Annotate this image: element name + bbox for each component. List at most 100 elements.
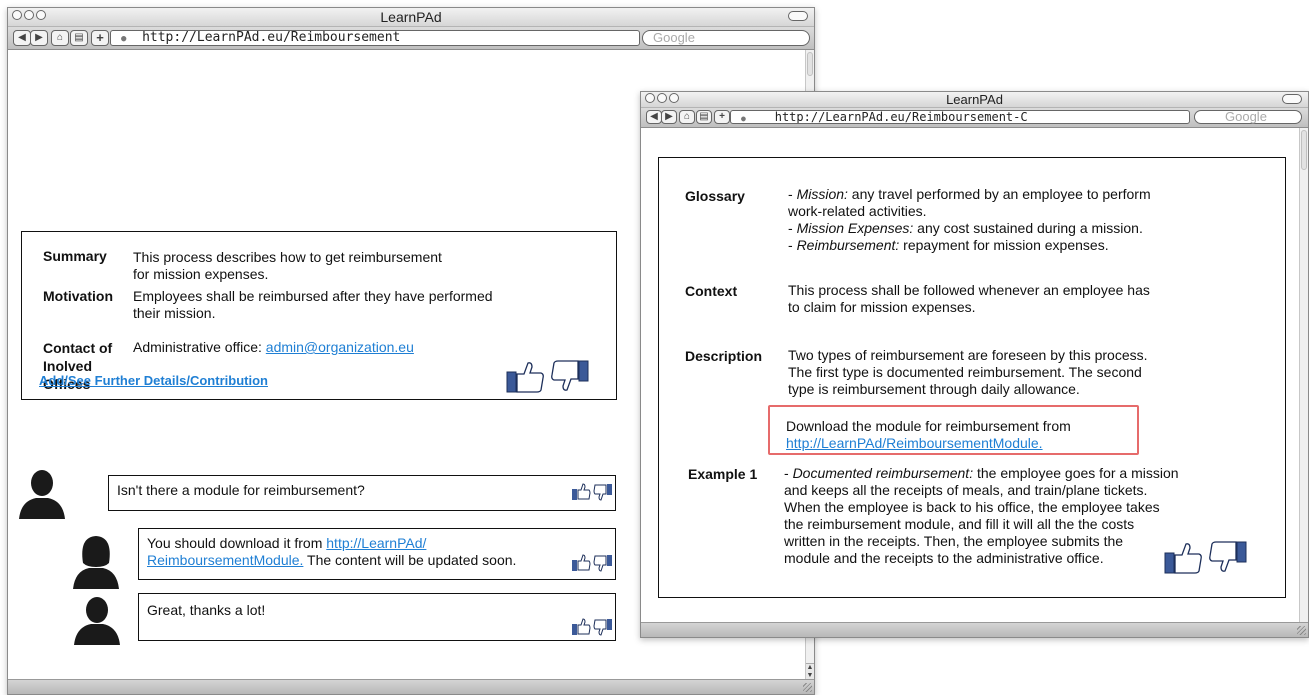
home-icon: ⌂ xyxy=(683,111,691,122)
plus-icon: + xyxy=(719,111,725,122)
motivation-label: Motivation xyxy=(43,288,113,304)
summary-label: Summary xyxy=(43,248,107,264)
address-text: http://LearnPAd.eu/Reimboursement-C xyxy=(774,110,1028,124)
detail-statusbar xyxy=(641,622,1308,637)
scrollbar-thumb[interactable] xyxy=(807,52,813,76)
thumbs-up-icon[interactable] xyxy=(506,362,544,393)
resize-grip[interactable] xyxy=(1297,626,1306,635)
print-button[interactable]: ▤ xyxy=(696,110,712,124)
thumbs-up-icon[interactable] xyxy=(1164,543,1202,574)
home-button[interactable]: ⌂ xyxy=(51,30,69,46)
thumbs-down-icon[interactable] xyxy=(551,360,589,391)
window-title: LearnPAd xyxy=(380,9,442,25)
main-toolbar: ◀ ▶ ⌂ ▤ + ● http://LearnPAd.eu/Reimbours… xyxy=(8,27,814,50)
bullet-dash: - xyxy=(788,237,797,253)
thumbs-down-icon[interactable] xyxy=(593,484,612,501)
summary-panel: Summary This process describes how to ge… xyxy=(21,231,617,400)
motivation-text-line1: Employees shall be reimbursed after they… xyxy=(133,288,493,304)
search-field[interactable]: Google xyxy=(642,30,810,46)
summary-rating xyxy=(506,360,590,394)
contact-text: Administrative office: admin@organizatio… xyxy=(133,339,414,356)
thumbs-up-icon[interactable] xyxy=(572,618,591,635)
glossary-def: any cost sustained during a mission. xyxy=(913,220,1143,236)
comment-box: Isn't there a module for reimbursement? xyxy=(108,475,616,511)
search-field[interactable]: Google xyxy=(1194,110,1302,124)
thumbs-up-icon[interactable] xyxy=(572,554,591,571)
avatar-male xyxy=(19,467,65,519)
forward-button[interactable]: ▶ xyxy=(30,30,48,46)
glossary-term: Reimbursement: xyxy=(796,237,900,253)
example-rating xyxy=(1164,541,1248,575)
example-line5: written in the receipts. Then, the emplo… xyxy=(784,533,1124,549)
resize-grip[interactable] xyxy=(803,683,812,692)
main-titlebar: LearnPAd xyxy=(8,8,814,27)
scroll-arrows[interactable]: ▲ ▼ xyxy=(806,663,814,680)
site-icon: ● xyxy=(741,114,746,123)
further-details-link[interactable]: Add/See Further Details/Contribution xyxy=(39,372,268,389)
site-icon: ● xyxy=(121,34,127,44)
window-title: LearnPAd xyxy=(946,92,1003,107)
glossary-term: Mission Expenses: xyxy=(796,220,914,236)
description-line3: type is reimbursement through daily allo… xyxy=(788,381,1080,397)
summary-text-line1: This process describes how to get reimbu… xyxy=(133,249,442,265)
print-button[interactable]: ▤ xyxy=(70,30,88,46)
glossary-label: Glossary xyxy=(685,188,745,204)
add-bookmark-button[interactable]: + xyxy=(91,30,109,46)
module-link-part1[interactable]: http://LearnPAd/ xyxy=(326,535,426,551)
bullet-dash: - xyxy=(784,465,793,481)
description-line2: The first type is documented reimburseme… xyxy=(788,364,1142,380)
glossary-line3: - Mission Expenses: any cost sustained d… xyxy=(788,220,1143,237)
bullet-dash: - xyxy=(788,220,797,236)
example-label: Example 1 xyxy=(688,466,758,482)
description-label: Description xyxy=(685,348,763,364)
home-button[interactable]: ⌂ xyxy=(679,110,695,124)
print-icon: ▤ xyxy=(74,32,84,43)
address-bar[interactable]: ● http://LearnPAd.eu/Reimboursement-C xyxy=(730,110,1190,124)
summary-text-line2: for mission expenses. xyxy=(133,266,269,282)
motivation-text-line2: their mission. xyxy=(133,305,216,321)
back-button[interactable]: ◀ xyxy=(13,30,31,46)
module-link-part2[interactable]: ReimboursementModule. xyxy=(147,552,303,568)
comment-text: Great, thanks a lot! xyxy=(147,602,266,618)
toolbar-toggle-button[interactable] xyxy=(788,11,808,21)
glossary-def: any travel performed by an employee to p… xyxy=(847,186,1151,202)
back-button[interactable]: ◀ xyxy=(646,110,662,124)
forward-button[interactable]: ▶ xyxy=(661,110,677,124)
glossary-def: work-related activities. xyxy=(788,203,927,219)
toolbar-toggle-button[interactable] xyxy=(1282,94,1302,104)
example-line1: - Documented reimbursement: the employee… xyxy=(784,465,1179,482)
address-text: http://LearnPAd.eu/Reimboursement xyxy=(142,30,401,45)
scrollbar-thumb[interactable] xyxy=(1301,130,1307,170)
context-label: Context xyxy=(685,283,738,299)
comment-line2: ReimboursementModule. The content will b… xyxy=(147,552,615,569)
contact-prefix: Administrative office: xyxy=(133,339,266,355)
address-bar[interactable]: ● http://LearnPAd.eu/Reimboursement xyxy=(110,30,640,46)
main-statusbar xyxy=(8,679,814,694)
thumbs-down-icon[interactable] xyxy=(593,619,612,636)
glossary-def: repayment for mission expenses. xyxy=(899,237,1109,253)
example-line3: When the employee is back to his office,… xyxy=(784,499,1160,515)
avatar-male-2 xyxy=(74,595,120,645)
print-icon: ▤ xyxy=(699,111,709,122)
process-detail-panel: Glossary - Mission: any travel performed… xyxy=(658,157,1286,598)
example-line2: and keeps all the receipts of meals, and… xyxy=(784,482,1148,498)
search-placeholder: Google xyxy=(653,30,695,45)
context-line1: This process shall be followed whenever … xyxy=(788,282,1150,298)
comment-rating xyxy=(572,618,612,641)
thumbs-up-icon[interactable] xyxy=(572,483,591,500)
detail-titlebar: LearnPAd xyxy=(641,92,1308,108)
context-line2: to claim for mission expenses. xyxy=(788,299,976,315)
description-line1: Two types of reimbursement are foreseen … xyxy=(788,347,1148,363)
comment-text: You should download it from xyxy=(147,535,327,551)
comment-text: The content will be updated soon. xyxy=(303,552,517,568)
add-bookmark-button[interactable]: + xyxy=(714,110,730,124)
bullet-dash: - xyxy=(788,186,797,202)
highlight-box xyxy=(768,405,1139,455)
detail-vertical-scrollbar[interactable] xyxy=(1299,128,1308,623)
thumbs-down-icon[interactable] xyxy=(593,555,612,572)
comment-rating xyxy=(572,554,612,577)
home-icon: ⌂ xyxy=(56,32,64,43)
example-line6: module and the receipts to the administr… xyxy=(784,550,1104,566)
thumbs-down-icon[interactable] xyxy=(1209,541,1247,572)
contact-email-link[interactable]: admin@organization.eu xyxy=(266,339,414,355)
